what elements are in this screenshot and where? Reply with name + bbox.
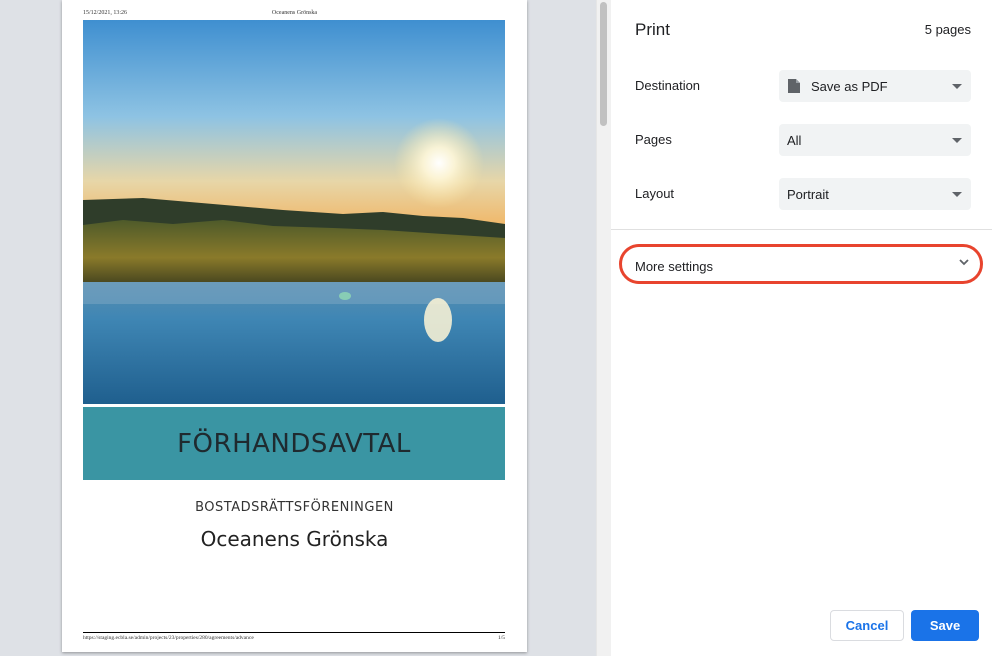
destination-label: Destination — [635, 78, 701, 93]
more-settings-label: More settings — [635, 259, 714, 274]
pages-label: Pages — [635, 132, 672, 147]
more-settings-toggle[interactable]: More settings — [611, 244, 992, 288]
layout-value: Portrait — [787, 187, 829, 202]
preview-page: 15/12/2021, 13:26 Oceanens Grönska FÖRHA… — [62, 0, 527, 652]
page-footer-url: https://staging.ecbla.se/admin/projects/… — [83, 635, 254, 641]
print-settings-panel: Print 5 pages Destination Save as PDF Pa… — [611, 0, 992, 656]
lake-sunset-photo — [83, 20, 505, 404]
page-count: 5 pages — [924, 22, 971, 37]
layout-select[interactable]: Portrait — [779, 178, 971, 210]
cancel-button[interactable]: Cancel — [830, 610, 904, 641]
title-banner: FÖRHANDSAVTAL — [83, 407, 505, 480]
destination-select[interactable]: Save as PDF — [779, 70, 971, 102]
document-subtitle: BOSTADSRÄTTSFÖRENINGEN — [195, 500, 394, 515]
section-divider — [611, 229, 992, 230]
page-footer-number: 1/5 — [497, 635, 505, 641]
document-icon — [788, 79, 800, 93]
dropdown-caret-icon — [952, 138, 962, 143]
layout-label: Layout — [635, 186, 675, 201]
dropdown-caret-icon — [952, 192, 962, 197]
pages-value: All — [787, 133, 802, 148]
page-header-title: Oceanens Grönska — [271, 10, 318, 16]
print-title: Print — [635, 20, 670, 39]
chevron-down-icon — [959, 259, 969, 266]
footer-divider — [83, 632, 505, 633]
preview-scrollbar-thumb[interactable] — [600, 2, 607, 126]
save-button[interactable]: Save — [911, 610, 979, 641]
document-name: Oceanens Grönska — [200, 527, 389, 551]
dropdown-caret-icon — [952, 84, 962, 89]
destination-value: Save as PDF — [811, 79, 888, 94]
pages-select[interactable]: All — [779, 124, 971, 156]
print-preview-area: 15/12/2021, 13:26 Oceanens Grönska FÖRHA… — [0, 0, 596, 656]
banner-title: FÖRHANDSAVTAL — [177, 428, 411, 459]
